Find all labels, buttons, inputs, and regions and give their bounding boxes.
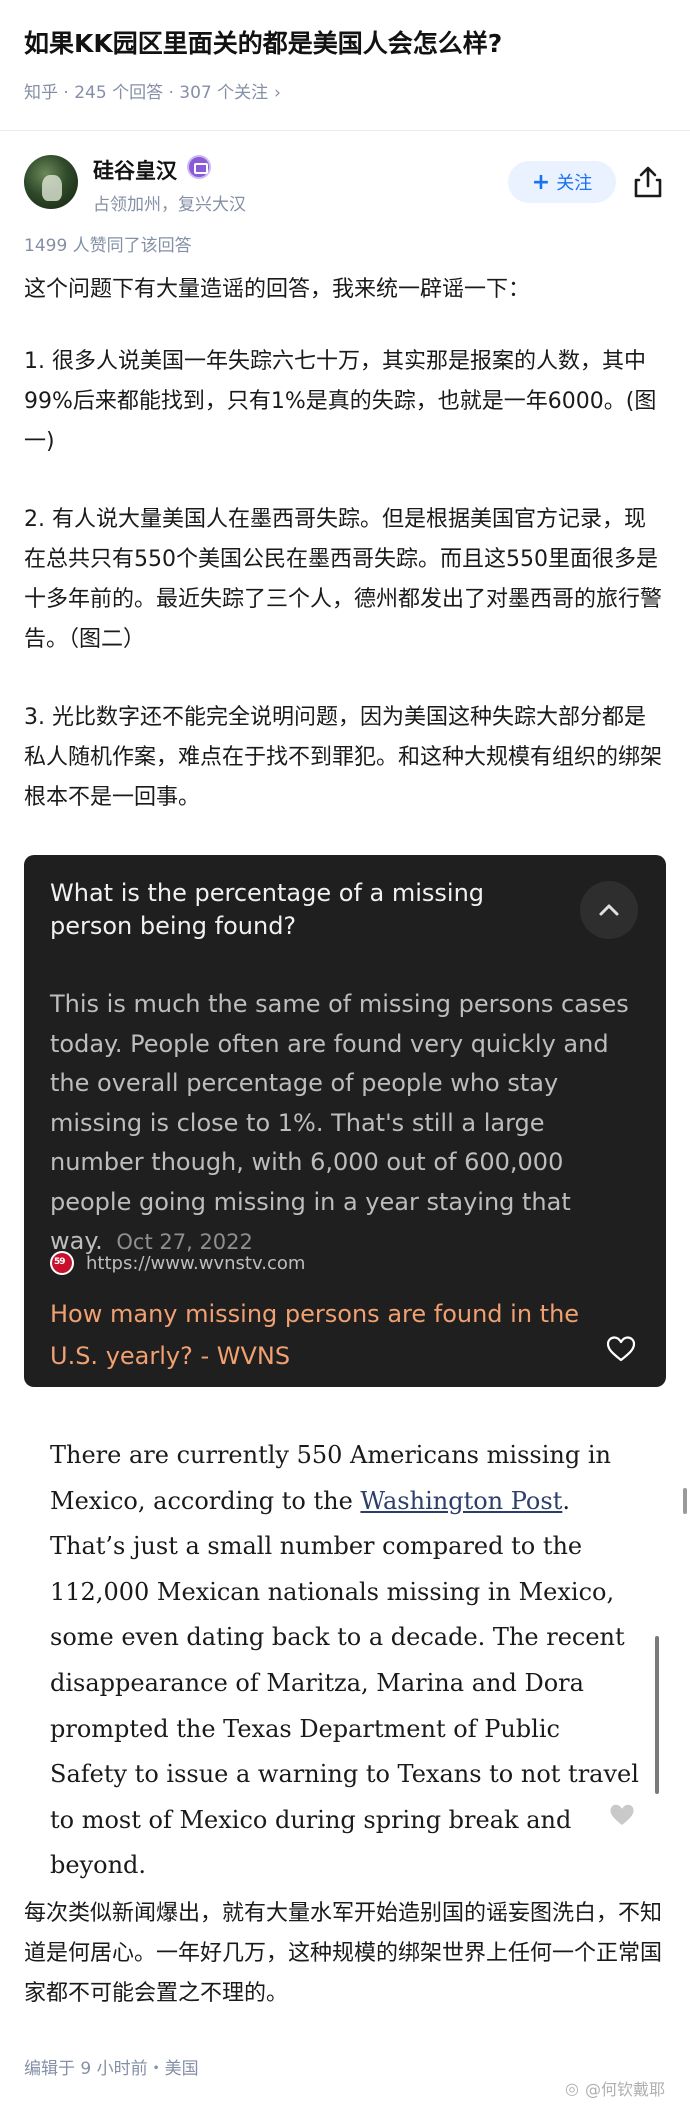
heart-icon[interactable] — [609, 1803, 635, 1827]
article-text-after: . That’s just a small number compared to… — [50, 1486, 639, 1880]
answer-paragraph-1: 1. 很多人说美国一年失踪六七十万，其实那是报案的人数，其中99%后来都能找到，… — [24, 349, 657, 454]
site-logo-icon: 59 — [50, 1251, 74, 1275]
edit-info: 编辑于 9 小时前・美国 — [24, 2059, 199, 2079]
chevron-up-icon — [599, 904, 619, 916]
creator-badge-icon — [187, 155, 211, 179]
plus-icon: + — [531, 169, 551, 195]
card-question: What is the percentage of a missing pers… — [50, 879, 485, 940]
question-meta[interactable]: 知乎 · 245 个回答 · 307 个关注 › — [24, 78, 281, 103]
watermark: ◎ @何钦戴耶 — [565, 2076, 665, 2100]
author-name[interactable]: 硅谷皇汉 — [93, 155, 177, 185]
weibo-icon: ◎ — [565, 2078, 579, 2098]
question-meta-text: 知乎 · 245 个回答 · 307 个关注 — [24, 83, 269, 103]
card-link[interactable]: How many missing persons are found in th… — [50, 1293, 590, 1377]
collapse-button[interactable] — [580, 881, 638, 939]
screenshot-image-2: There are currently 550 Americans missin… — [50, 1433, 640, 1889]
source-url: https://www.wvnstv.com — [86, 1252, 306, 1274]
scrollbar[interactable] — [655, 1636, 659, 1794]
header-divider — [0, 130, 690, 131]
watermark-text: @何钦戴耶 — [584, 2080, 665, 2099]
card-answer: This is much the same of missing persons… — [50, 985, 630, 1263]
answer-paragraph-2: 2. 有人说大量美国人在墨西哥失踪。但是根据美国官方记录，现在总共只有550个美… — [24, 507, 663, 652]
chevron-right-icon: › — [274, 83, 281, 103]
scrollbar-indicator — [683, 1488, 687, 1514]
card-source[interactable]: 59 https://www.wvnstv.com — [50, 1251, 305, 1275]
share-icon[interactable] — [630, 164, 666, 200]
avatar[interactable] — [24, 155, 78, 209]
washington-post-link[interactable]: Washington Post — [360, 1487, 562, 1515]
author-description: 占领加州，复兴大汉 — [93, 195, 246, 215]
card-answer-text: This is much the same of missing persons… — [50, 990, 629, 1255]
answer-paragraph-intro: 这个问题下有大量造谣的回答，我来统一辟谣一下： — [24, 277, 531, 302]
question-title[interactable]: 如果KK园区里面关的都是美国人会怎么样? — [24, 26, 664, 62]
screenshot-image-1: What is the percentage of a missing pers… — [24, 855, 666, 1387]
heart-icon[interactable] — [606, 1335, 636, 1363]
answer-paragraph-3: 3. 光比数字还不能完全说明问题，因为美国这种失踪大部分都是私人随机作案，难点在… — [24, 705, 663, 810]
answer-paragraph-closing: 每次类似新闻爆出，就有大量水军开始造别国的谣妄图洗白，不知道是何居心。一年好几万… — [24, 1901, 663, 2006]
follow-label: 关注 — [556, 173, 593, 194]
upvote-count: 1499 人赞同了该回答 — [24, 236, 192, 256]
follow-button[interactable]: + 关注 — [508, 161, 616, 203]
